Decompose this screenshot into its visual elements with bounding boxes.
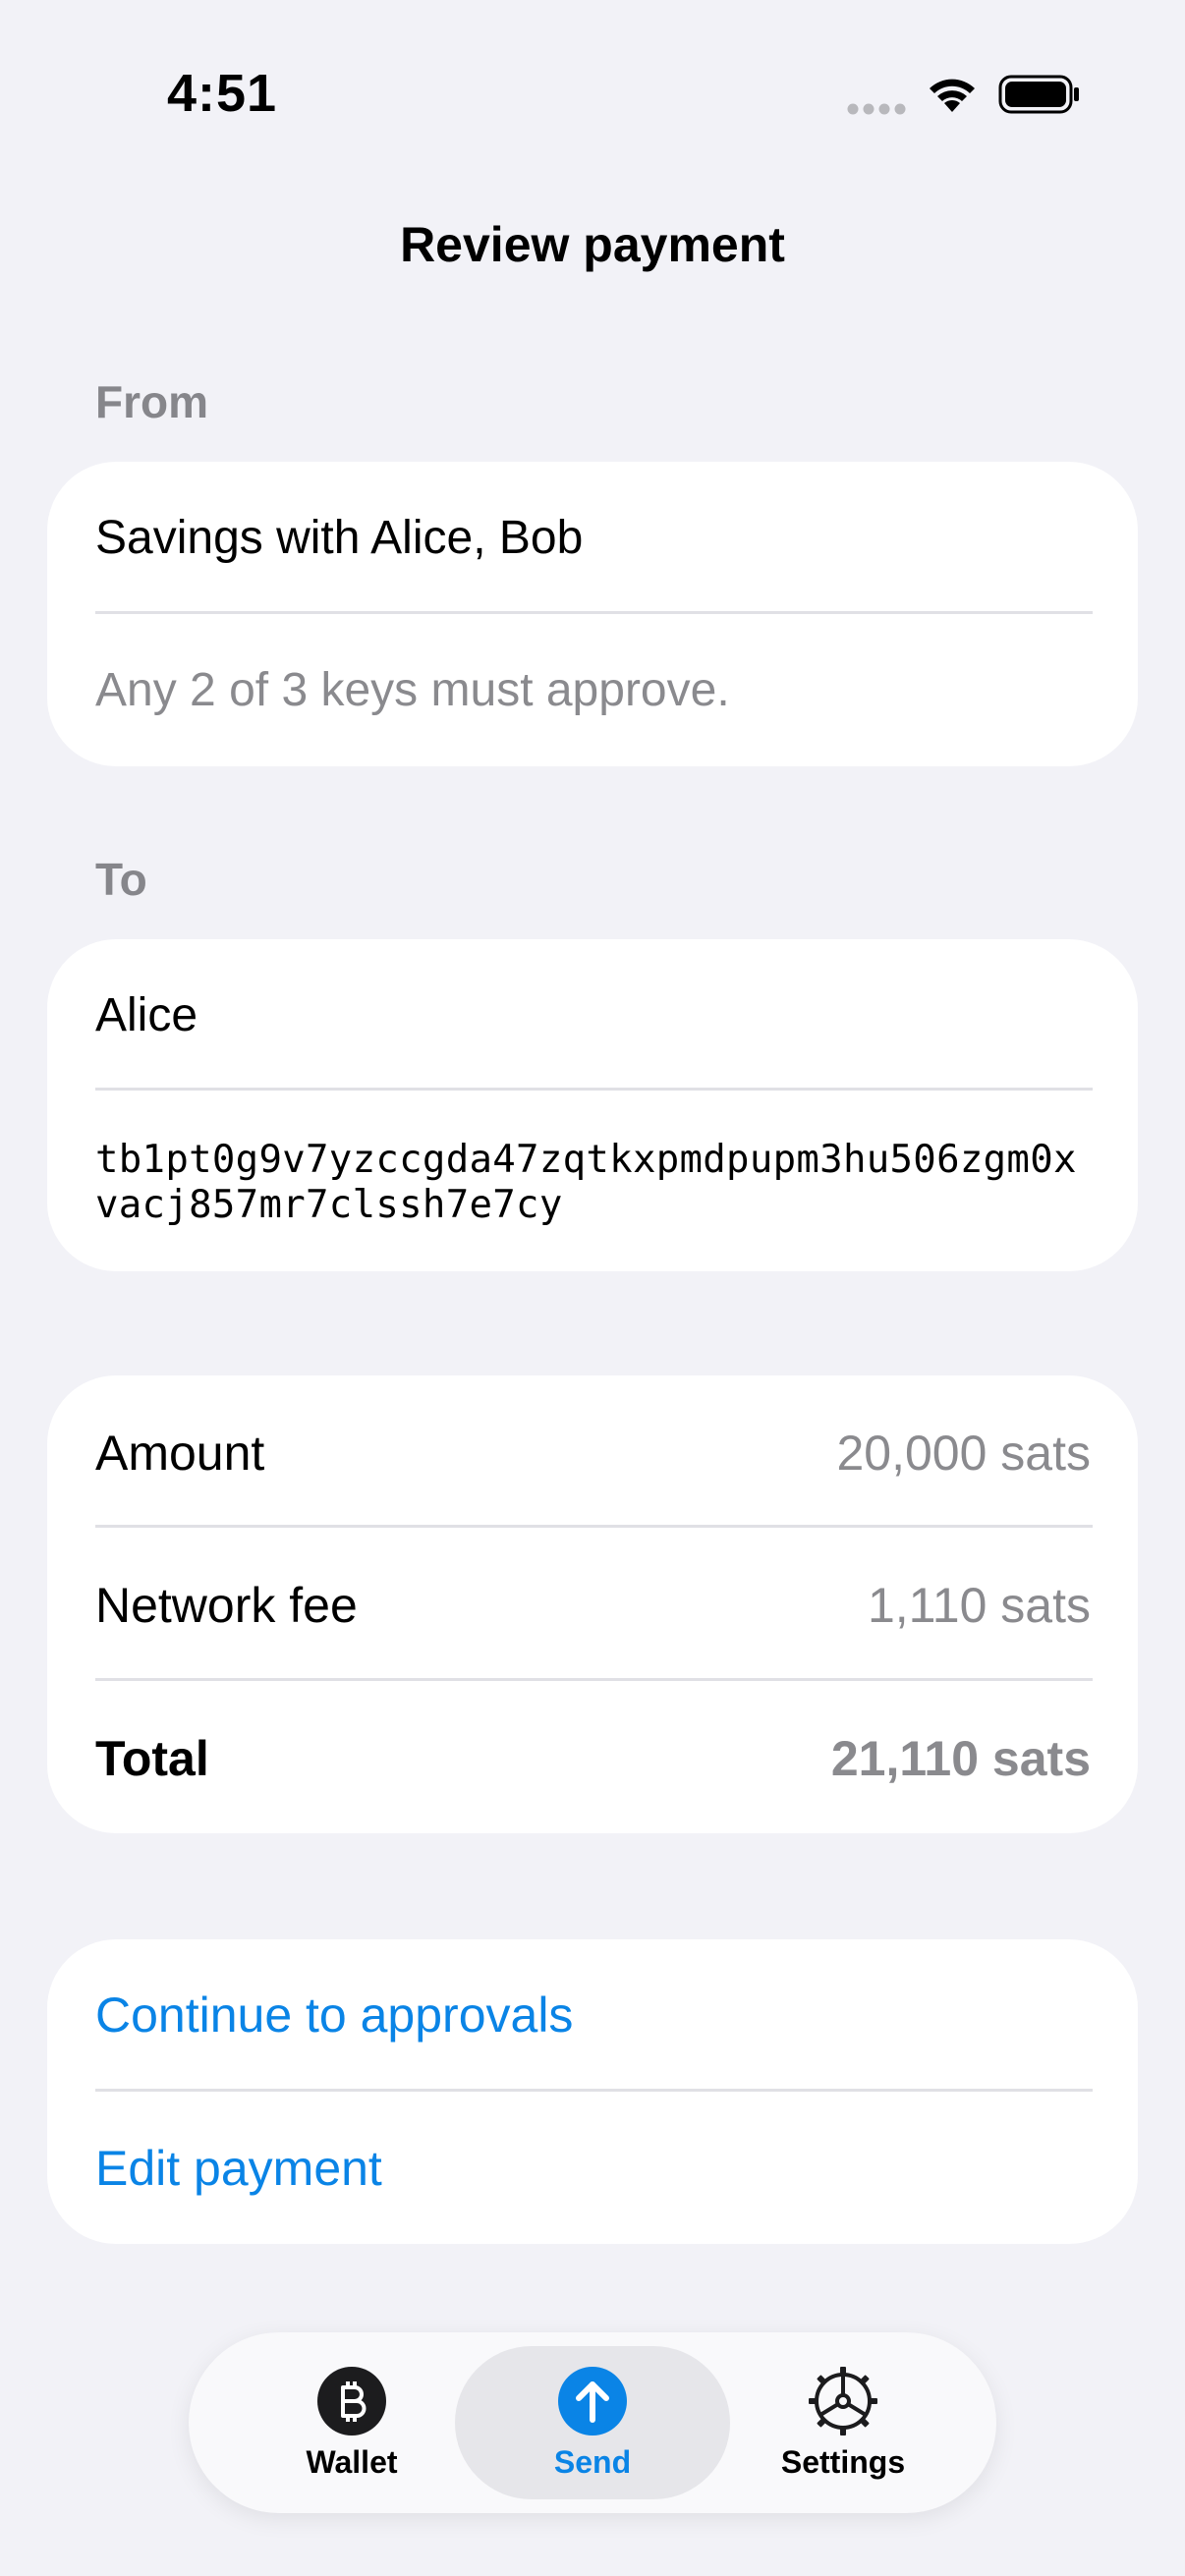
to-section-label: To — [95, 854, 147, 905]
tab-settings[interactable]: Settings — [705, 2346, 981, 2499]
payment-summary-card: Amount 20,000 sats Network fee 1,110 sat… — [47, 1375, 1138, 1833]
tab-wallet[interactable]: Wallet — [214, 2346, 489, 2499]
to-card: Alice tb1pt0g9v7yzccgda47zqtkxpmdpupm3hu… — [47, 939, 1138, 1271]
bitcoin-icon — [317, 2367, 386, 2436]
status-bar: 4:51 — [0, 0, 1185, 196]
arrow-up-icon — [558, 2367, 627, 2436]
battery-icon — [998, 75, 1079, 114]
status-time: 4:51 — [167, 64, 278, 123]
divider — [95, 1678, 1093, 1681]
from-section-label: From — [95, 376, 208, 427]
tab-send[interactable]: Send — [455, 2346, 730, 2499]
divider — [95, 611, 1093, 614]
total-label: Total — [95, 1731, 209, 1786]
recipient-address: tb1pt0g9v7yzccgda47zqtkxpmdpupm3hu506zgm… — [95, 1138, 1077, 1227]
actions-card: Continue to approvals Edit payment — [47, 1939, 1138, 2244]
amount-value: 20,000 sats — [836, 1426, 1091, 1481]
amount-label: Amount — [95, 1426, 265, 1481]
divider — [95, 1525, 1093, 1528]
tab-wallet-label: Wallet — [306, 2444, 398, 2480]
cellular-signal-icon — [847, 103, 906, 115]
total-value: 21,110 sats — [830, 1731, 1091, 1786]
tab-bar: Wallet Send Settings — [189, 2332, 996, 2513]
divider — [95, 2089, 1093, 2092]
wifi-icon — [930, 79, 975, 112]
approval-policy-text: Any 2 of 3 keys must approve. — [95, 664, 730, 716]
network-fee-label: Network fee — [95, 1578, 358, 1633]
page-title: Review payment — [400, 217, 785, 272]
tab-settings-label: Settings — [780, 2444, 906, 2480]
from-wallet-name: Savings with Alice, Bob — [95, 512, 584, 564]
divider — [95, 1088, 1093, 1091]
tab-send-label: Send — [553, 2444, 632, 2480]
recipient-name: Alice — [95, 989, 198, 1041]
network-fee-value: 1,110 sats — [867, 1578, 1091, 1633]
continue-to-approvals-button[interactable]: Continue to approvals — [95, 1987, 573, 2044]
steering-wheel-icon — [809, 2367, 877, 2436]
edit-payment-button[interactable]: Edit payment — [95, 2140, 382, 2197]
from-card: Savings with Alice, Bob Any 2 of 3 keys … — [47, 462, 1138, 766]
